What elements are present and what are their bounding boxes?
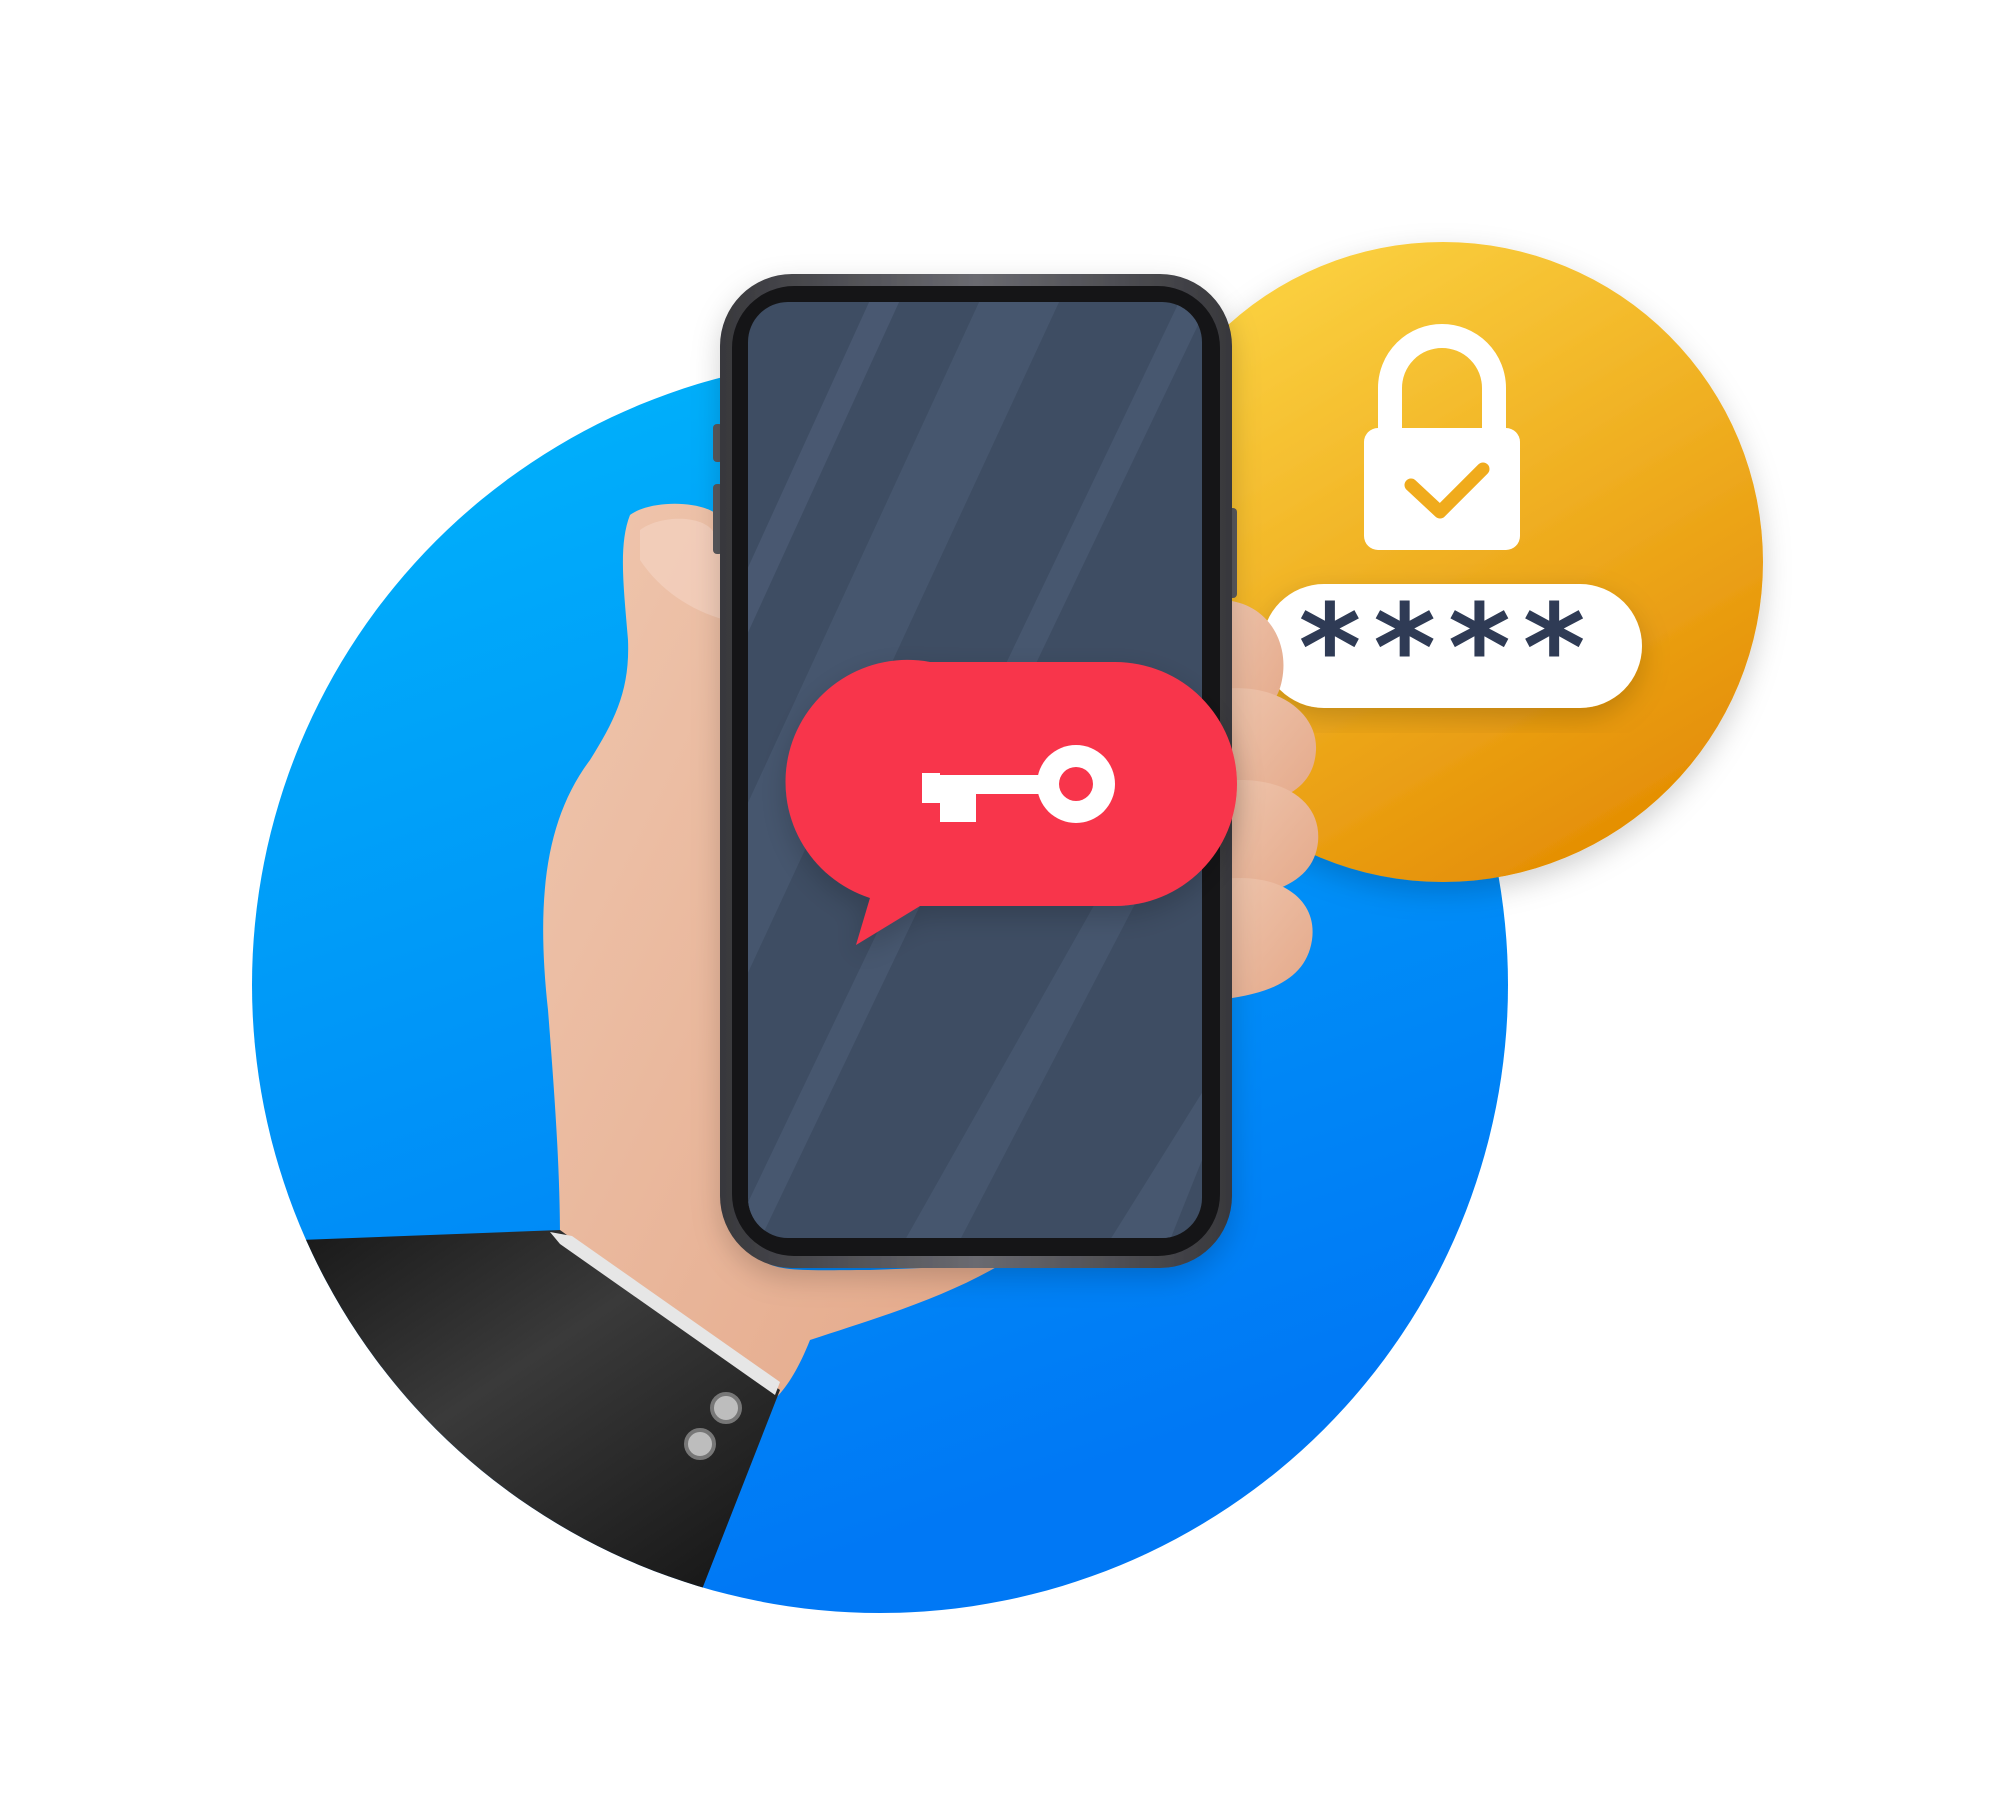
illustration-canvas: ****: [0, 0, 2000, 1818]
pin-field: ****: [1262, 580, 1642, 719]
security-illustration: ****: [252, 242, 1763, 1613]
pin-field-value: ****: [1298, 580, 1597, 719]
